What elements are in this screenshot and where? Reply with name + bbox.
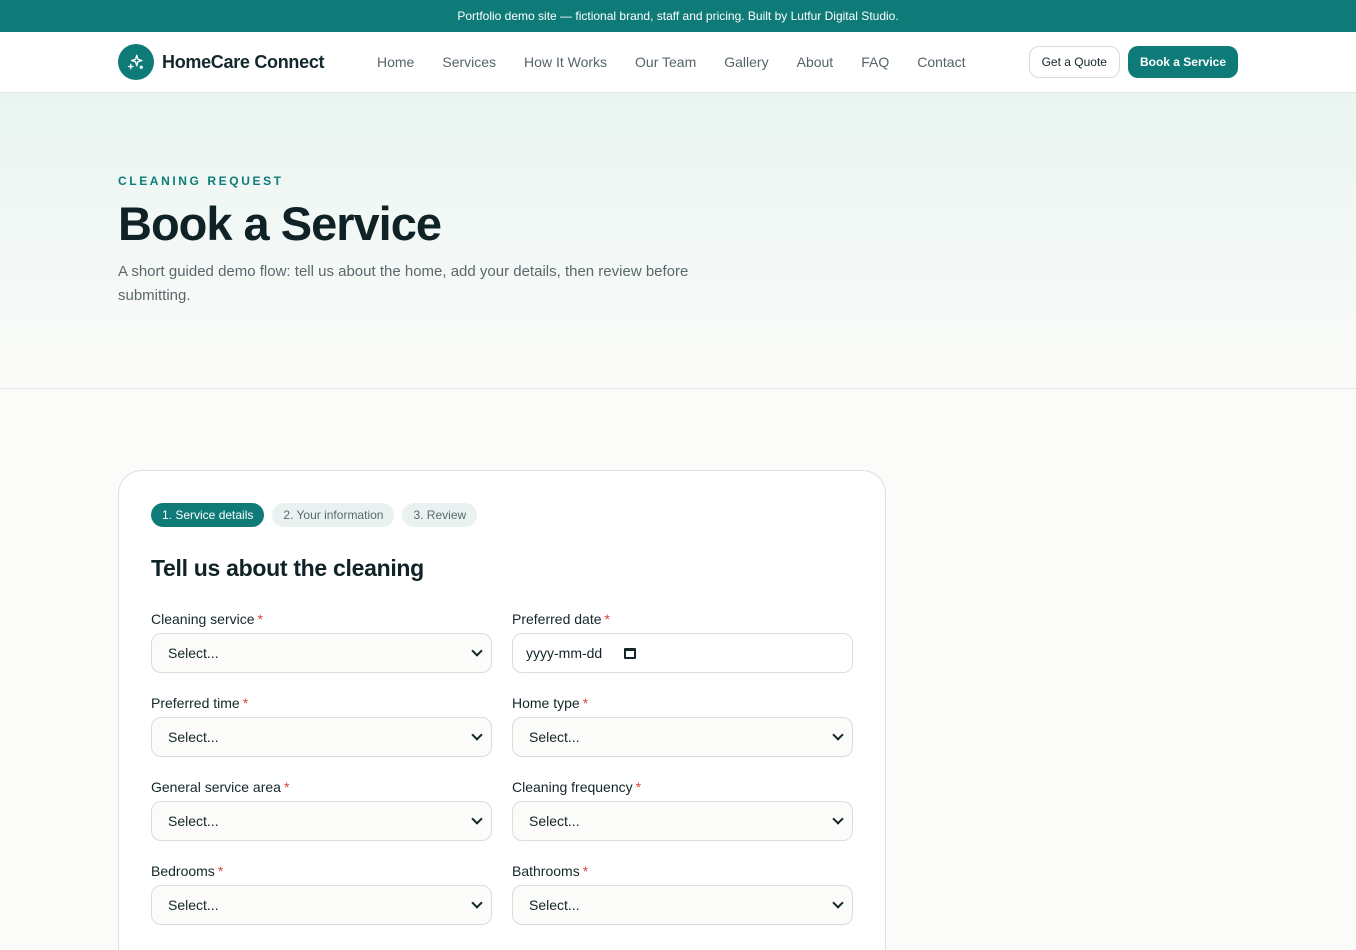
step-indicator: 1. Service details 2. Your information 3… [151,503,478,527]
service-area-select[interactable]: Select... [151,801,492,841]
field-label: Bathrooms [512,863,580,879]
hero-subtitle: A short guided demo flow: tell us about … [118,263,689,304]
nav-faq[interactable]: FAQ [847,54,903,70]
nav-our-team[interactable]: Our Team [621,54,710,70]
select-value: Select... [529,813,580,829]
required-marker: * [257,611,263,627]
step-review[interactable]: 3. Review [402,503,478,527]
book-service-button[interactable]: Book a Service [1127,46,1238,78]
chevron-down-icon [471,729,483,741]
nav-home[interactable]: Home [363,54,428,70]
nav-how-it-works[interactable]: How It Works [510,54,621,70]
chevron-down-icon [832,897,844,909]
demo-banner-text: Portfolio demo site — fictional brand, s… [457,9,899,23]
field-label: Preferred date [512,611,602,627]
field-label: Home type [512,695,580,711]
select-value: Select... [168,729,219,745]
field-preferred-time: Preferred time * Select... [151,695,492,757]
chevron-down-icon [832,813,844,825]
brand-name: HomeCare Connect [162,51,325,72]
cleaning-frequency-select[interactable]: Select... [512,801,853,841]
nav-gallery[interactable]: Gallery [710,54,782,70]
field-cleaning-service: Cleaning service * Select... [151,611,492,673]
calendar-icon[interactable] [624,647,637,659]
step-your-information[interactable]: 2. Your information [272,503,395,527]
chevron-down-icon [471,897,483,909]
preferred-time-select[interactable]: Select... [151,717,492,757]
required-marker: * [217,863,224,879]
step-service-details[interactable]: 1. Service details [151,503,265,527]
field-general-service-area: General service area * Select... [151,779,492,841]
hero-section: CLEANING REQUEST Book a Service A short … [0,93,1356,389]
demo-banner: Portfolio demo site — fictional brand, s… [0,0,1356,32]
required-marker: * [582,863,589,879]
required-marker: * [635,779,642,795]
field-bathrooms: Bathrooms * Select... [512,863,853,925]
get-quote-button[interactable]: Get a Quote [1028,46,1120,78]
field-label: Preferred time [151,695,240,711]
select-value: Select... [168,897,219,913]
chevron-down-icon [832,729,844,741]
required-marker: * [604,611,610,627]
nav-contact[interactable]: Contact [903,54,979,70]
header-actions: Get a Quote Book a Service [1028,46,1238,78]
nav-about[interactable]: About [783,54,848,70]
field-cleaning-frequency: Cleaning frequency * Select... [512,779,853,841]
main-nav: Home Services How It Works Our Team Gall… [363,32,979,92]
field-label: Cleaning service [151,611,255,627]
select-value: Select... [529,897,580,913]
select-value: Select... [168,645,219,661]
brand-link[interactable]: HomeCare Connect [118,44,325,80]
field-label: General service area [151,779,281,795]
required-marker: * [242,695,249,711]
cleaning-service-select[interactable]: Select... [151,633,492,673]
sparkle-icon [118,44,154,80]
field-bedrooms: Bedrooms * Select... [151,863,492,925]
hero-eyebrow: CLEANING REQUEST [118,174,284,188]
booking-form-card: 1. Service details 2. Your information 3… [118,470,886,950]
chevron-down-icon [471,645,483,657]
page-title: Book a Service [118,197,442,250]
form-heading: Tell us about the cleaning [151,555,424,581]
home-type-select[interactable]: Select... [512,717,853,757]
date-placeholder: yyyy-mm-dd [526,645,603,661]
field-preferred-date: Preferred date * yyyy-mm-dd [512,611,853,673]
nav-services[interactable]: Services [428,54,510,70]
required-marker: * [582,695,589,711]
select-value: Select... [529,729,580,745]
field-label: Cleaning frequency [512,779,633,795]
preferred-date-input[interactable]: yyyy-mm-dd [512,633,853,673]
field-home-type: Home type * Select... [512,695,853,757]
field-label: Bedrooms [151,863,215,879]
site-header: HomeCare Connect Home Services How It Wo… [0,32,1356,93]
required-marker: * [283,779,290,795]
bathrooms-select[interactable]: Select... [512,885,853,925]
bedrooms-select[interactable]: Select... [151,885,492,925]
chevron-down-icon [471,813,483,825]
select-value: Select... [168,813,219,829]
